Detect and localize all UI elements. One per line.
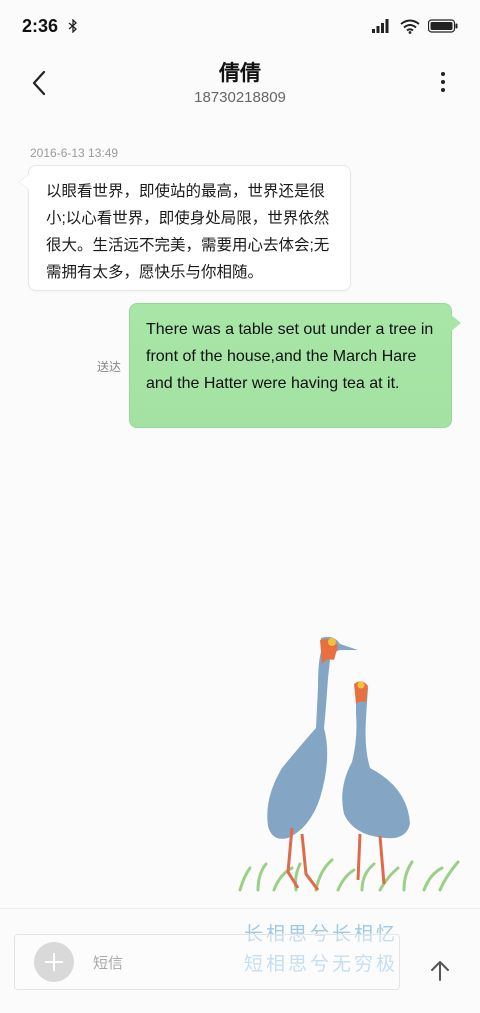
conversation-header: 倩倩 18730218809 [0, 52, 480, 122]
incoming-message-bubble[interactable]: 以眼看世界，即使站的最高，世界还是很小;以心看世界，即使身处局限，世界依然很大。… [19, 165, 351, 291]
signal-icon [372, 19, 389, 33]
send-arrow-icon[interactable] [428, 959, 452, 983]
outgoing-message-bubble[interactable]: There was a table set out under a tree i… [129, 303, 461, 428]
contact-name: 倩倩 [219, 62, 261, 85]
wifi-icon [400, 19, 420, 34]
message-composer: 短信 [0, 908, 480, 1013]
add-icon[interactable] [34, 942, 74, 982]
message-input[interactable]: 短信 [14, 934, 400, 990]
crane-illustration [238, 636, 460, 892]
message-timestamp: 2016-6-13 13:49 [30, 146, 119, 160]
status-time: 2:36 [22, 15, 59, 36]
status-icons [372, 19, 458, 34]
status-bar: 2:36 [0, 0, 480, 52]
more-vertical-icon[interactable] [438, 72, 448, 96]
bluetooth-icon [68, 19, 77, 33]
battery-icon [428, 19, 458, 33]
input-placeholder: 短信 [93, 955, 124, 972]
contact-number: 18730218809 [194, 89, 286, 106]
contact-info: 倩倩 18730218809 [0, 62, 480, 106]
delivery-status: 送达 [97, 360, 122, 374]
outgoing-message-text: There was a table set out under a tree i… [146, 321, 434, 392]
incoming-message-text: 以眼看世界，即使站的最高，世界还是很小;以心看世界，即使身处局限，世界依然很大。… [46, 183, 330, 281]
